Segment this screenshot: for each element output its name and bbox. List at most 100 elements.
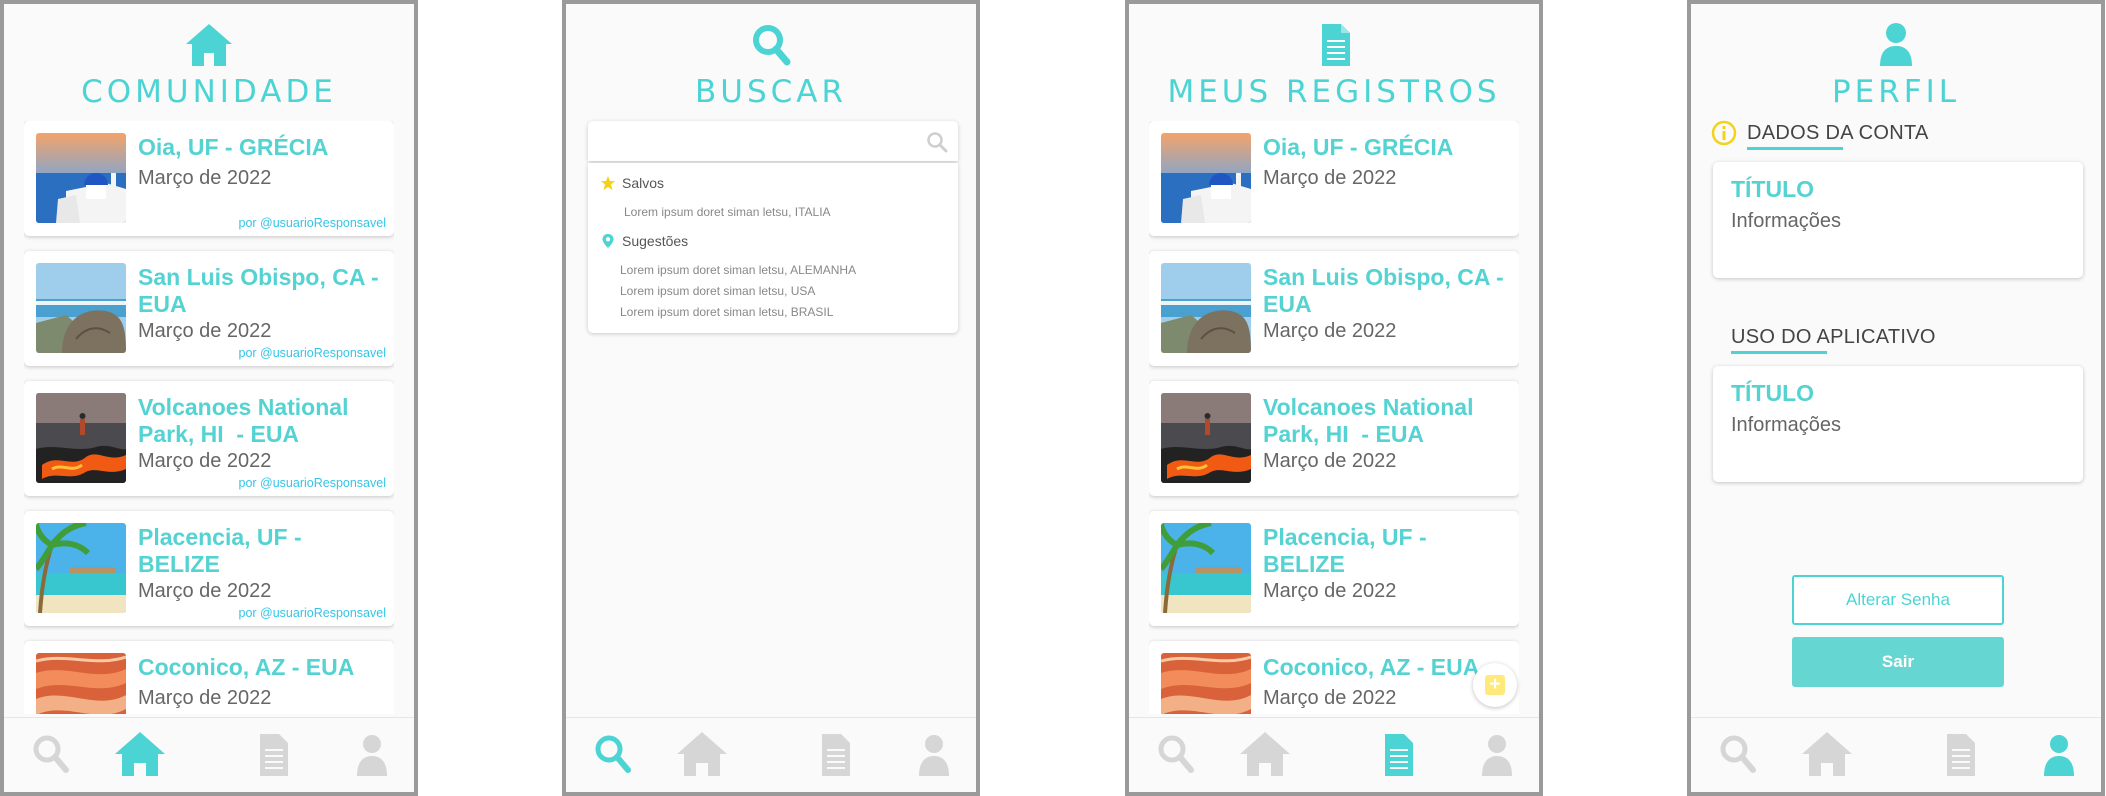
post-title: Placencia, UF - BELIZE [1263, 524, 1434, 577]
card-info: Informações [1731, 414, 1842, 436]
post-author-link[interactable]: por @usuarioResponsavel [239, 346, 387, 360]
post-title: Oia, UF - GRÉCIA [138, 134, 329, 160]
app-usage-section-title: USO DO APLICATIVO [1731, 326, 1936, 348]
suggestions-label: Sugestões [622, 233, 689, 249]
suggestion-item[interactable]: Lorem ipsum doret siman letsu, BRASIL [620, 305, 833, 319]
nav-user-icon[interactable] [906, 728, 962, 780]
post-photo [36, 523, 126, 613]
search-input[interactable] [598, 126, 922, 158]
saved-header: Salvos [600, 175, 664, 191]
nav-search-icon[interactable] [1149, 728, 1205, 780]
suggestions-header: Sugestões [600, 233, 688, 249]
post-author-link[interactable]: por @usuarioResponsavel [239, 216, 387, 230]
post-date: Março de 2022 [138, 580, 272, 602]
records-feed: Oia, UF - GRÉCIA Março de 2022 San Luis Ob… [1149, 121, 1519, 714]
nav-search-icon[interactable] [1711, 728, 1767, 780]
nav-document-icon[interactable] [1932, 728, 1988, 780]
account-info-card: TÍTULO Informações [1713, 162, 2083, 278]
logout-button[interactable]: Sair [1792, 637, 2004, 687]
post-card[interactable]: Volcanoes National Park, HI - EUA Março d… [24, 381, 394, 496]
nav-document-icon[interactable] [1370, 728, 1426, 780]
bottom-nav [4, 717, 414, 792]
search-icon [745, 22, 797, 68]
screen-perfil: PERFIL DADOS DA CONTA TÍTULO Informações… [1687, 0, 2105, 796]
post-date: Março de 2022 [1263, 450, 1397, 472]
post-photo [36, 393, 126, 483]
post-photo [1161, 393, 1251, 483]
post-photo [36, 263, 126, 353]
search-icon[interactable] [926, 131, 948, 153]
post-title: San Luis Obispo, CA - EUA [138, 264, 386, 317]
post-title: San Luis Obispo, CA - EUA [1263, 264, 1511, 317]
post-date: Março de 2022 [138, 320, 272, 342]
post-author-link[interactable]: por @usuarioResponsavel [239, 476, 387, 490]
post-date: Março de 2022 [1263, 167, 1397, 189]
post-card[interactable]: Placencia, UF - BELIZE Março de 2022 [1149, 511, 1519, 626]
post-date: Março de 2022 [1263, 687, 1397, 709]
post-title: Coconico, AZ - EUA [138, 654, 355, 680]
post-date: Março de 2022 [138, 450, 272, 472]
post-card[interactable]: Coconico, AZ - EUA Março de 2022 [24, 641, 394, 714]
post-photo [36, 133, 126, 223]
suggestion-item[interactable]: Lorem ipsum doret siman letsu, USA [620, 284, 815, 298]
bottom-nav [1691, 717, 2101, 792]
search-suggestions-dropdown: Salvos Lorem ipsum doret siman letsu, IT… [588, 163, 958, 333]
nav-user-icon[interactable] [2031, 728, 2087, 780]
saved-label: Salvos [622, 175, 665, 191]
change-password-button[interactable]: Alterar Senha [1792, 575, 2004, 625]
nav-home-icon[interactable] [1236, 728, 1294, 780]
post-date: Março de 2022 [1263, 320, 1397, 342]
post-card[interactable]: Volcanoes National Park, HI - EUA Março d… [1149, 381, 1519, 496]
add-record-button[interactable]: + [1473, 663, 1517, 707]
screen-header: MEUS REGISTROS [1129, 22, 1539, 110]
search-bar[interactable] [588, 121, 958, 161]
star-icon [601, 176, 615, 190]
nav-document-icon[interactable] [807, 728, 863, 780]
post-card[interactable]: Oia, UF - GRÉCIA Março de 2022 por @usuari… [24, 121, 394, 236]
post-author-link[interactable]: por @usuarioResponsavel [239, 606, 387, 620]
post-photo [36, 653, 126, 714]
section-underline [1731, 351, 1827, 354]
nav-search-icon[interactable] [586, 728, 642, 780]
info-icon [1711, 120, 1737, 146]
post-card[interactable]: San Luis Obispo, CA - EUA Março de 2022 [1149, 251, 1519, 366]
nav-search-icon[interactable] [24, 728, 80, 780]
page-title: PERFIL [1831, 74, 1961, 110]
home-icon [183, 22, 235, 68]
plus-icon: + [1485, 675, 1505, 695]
user-icon [1870, 22, 1922, 68]
post-photo [1161, 523, 1251, 613]
bottom-nav [566, 717, 976, 792]
post-date: Março de 2022 [138, 687, 272, 709]
screen-header: BUSCAR [566, 22, 976, 110]
location-pin-icon [602, 234, 614, 248]
page-title: COMUNIDADE [81, 74, 337, 110]
nav-document-icon[interactable] [245, 728, 301, 780]
nav-user-icon[interactable] [344, 728, 400, 780]
post-photo [1161, 133, 1251, 223]
nav-home-icon[interactable] [1798, 728, 1856, 780]
account-section-title: DADOS DA CONTA [1747, 122, 1929, 144]
post-title: Placencia, UF - BELIZE [138, 524, 309, 577]
nav-user-icon[interactable] [1469, 728, 1525, 780]
post-title: Volcanoes National Park, HI - EUA [1263, 394, 1480, 447]
bottom-nav [1129, 717, 1539, 792]
post-title: Volcanoes National Park, HI - EUA [138, 394, 355, 447]
community-feed: Oia, UF - GRÉCIA Março de 2022 por @usuari… [24, 121, 394, 714]
post-card[interactable]: Coconico, AZ - EUA Março de 2022 [1149, 641, 1519, 714]
post-photo [1161, 653, 1251, 714]
section-underline [1747, 147, 1843, 150]
page-title: BUSCAR [694, 74, 848, 110]
suggestion-item[interactable]: Lorem ipsum doret siman letsu, ALEMANHA [620, 263, 856, 277]
screen-meus-registros: MEUS REGISTROS Oia, UF - GRÉCIA Março de … [1125, 0, 1543, 796]
post-card[interactable]: San Luis Obispo, CA - EUA Março de 2022 po… [24, 251, 394, 366]
post-photo [1161, 263, 1251, 353]
post-card[interactable]: Oia, UF - GRÉCIA Março de 2022 [1149, 121, 1519, 236]
nav-home-icon[interactable] [111, 728, 169, 780]
card-info: Informações [1731, 210, 1842, 232]
post-card[interactable]: Placencia, UF - BELIZE Março de 2022 por @… [24, 511, 394, 626]
nav-home-icon[interactable] [673, 728, 731, 780]
saved-item[interactable]: Lorem ipsum doret siman letsu, ITALIA [624, 205, 831, 219]
screen-header: PERFIL [1691, 22, 2101, 110]
app-usage-card: TÍTULO Informações [1713, 366, 2083, 482]
